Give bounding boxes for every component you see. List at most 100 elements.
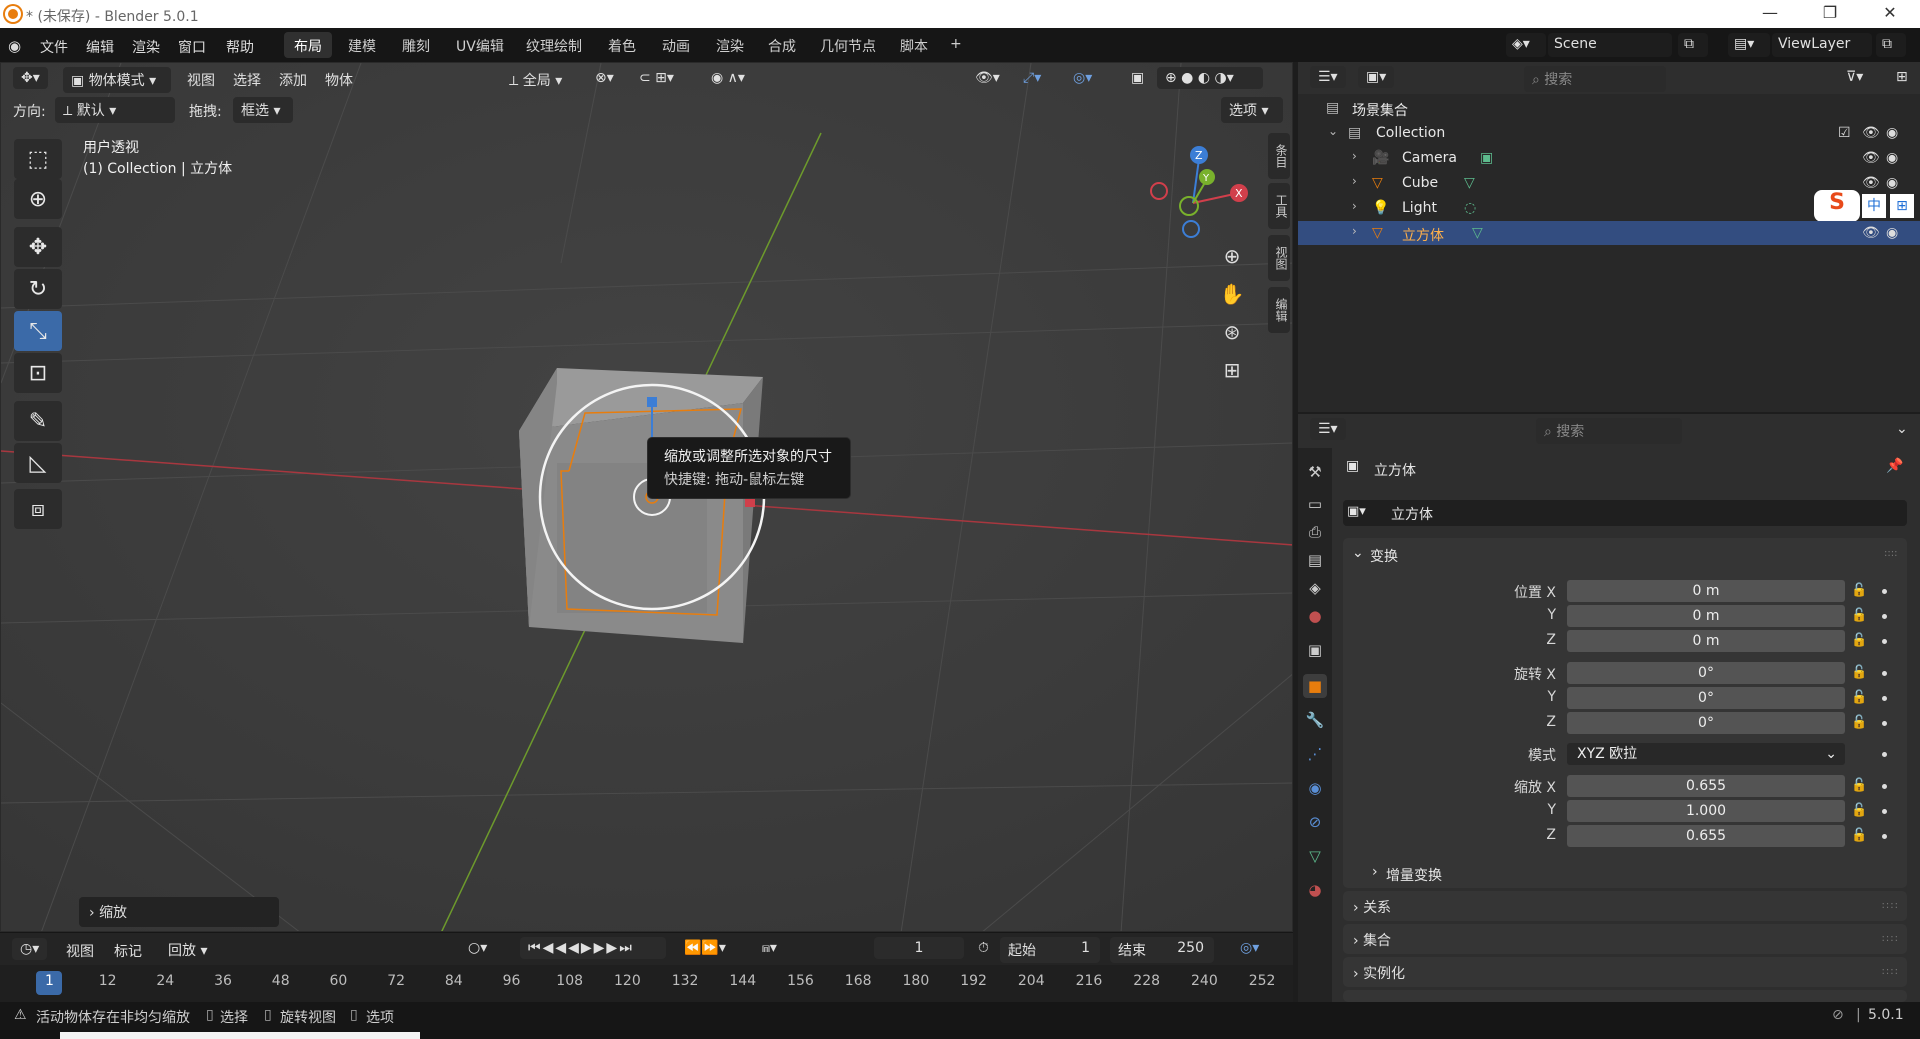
object-data-dropdown-icon[interactable]: ▣▾ — [1347, 504, 1366, 519]
zoom-icon[interactable]: ⊕ — [1215, 239, 1249, 273]
scale-tool-icon[interactable]: ⤡ — [14, 311, 62, 351]
menu-object[interactable]: 物体 — [325, 70, 353, 90]
menu-window[interactable]: 窗口 — [178, 37, 206, 57]
relations-panel[interactable]: › 关系:::: — [1343, 891, 1907, 921]
rotate-tool-icon[interactable]: ↻ — [14, 269, 62, 309]
keyframe-dot-icon[interactable] — [1882, 784, 1887, 789]
scene-name-field[interactable]: Scene — [1548, 33, 1672, 57]
tab-sculpting[interactable]: 雕刻 — [392, 32, 440, 58]
lock-icon[interactable]: 🔓 — [1851, 803, 1867, 818]
constraints-tab-icon[interactable]: ⊘ — [1303, 810, 1327, 834]
view-layer-tab-icon[interactable]: ▤ — [1303, 548, 1327, 572]
tab-geometry-nodes[interactable]: 几何节点 — [810, 32, 886, 58]
checkbox-icon[interactable]: ☑ — [1838, 125, 1854, 141]
tab-uv-editing[interactable]: UV编辑 — [446, 32, 514, 58]
move-tool-icon[interactable]: ✥ — [14, 227, 62, 267]
rotation-x-field[interactable]: 0° — [1567, 662, 1845, 684]
panel-grip-icon[interactable]: :::: — [1884, 548, 1897, 559]
eye-icon[interactable]: 👁 — [1862, 150, 1880, 166]
keying-icon[interactable]: ○▾ — [460, 937, 495, 959]
menu-view[interactable]: 视图 — [187, 70, 215, 90]
timeline-menu-marker[interactable]: 标记 — [114, 941, 142, 961]
chevron-right-icon[interactable]: › — [1352, 149, 1357, 163]
keyframe-dot-icon[interactable] — [1882, 639, 1887, 644]
navigation-gizmo[interactable]: Z X Y — [1141, 139, 1251, 249]
keyframe-dot-icon[interactable] — [1882, 696, 1887, 701]
render-tab-icon[interactable]: ▭ — [1303, 492, 1327, 516]
mode-selector[interactable]: ▣ 物体模式 ▾ — [63, 67, 171, 93]
timeline-editor-type-icon[interactable]: ◷▾ — [12, 938, 48, 960]
chevron-right-icon[interactable]: › — [1372, 864, 1378, 880]
keyframe-dot-icon[interactable] — [1882, 671, 1887, 676]
close-button[interactable]: ✕ — [1870, 3, 1910, 22]
chevron-down-icon[interactable]: ⌄ — [1888, 418, 1916, 440]
ime-logo-icon[interactable]: S — [1814, 190, 1860, 222]
playback-dropdown[interactable]: 回放 ▾ — [160, 937, 218, 963]
keyframe-dot-icon[interactable] — [1882, 589, 1887, 594]
rotation-z-field[interactable]: 0° — [1567, 712, 1845, 734]
outliner-item-cube-cn[interactable]: › ▽ 立方体 ▽ 👁 ◉ — [1298, 221, 1920, 245]
chevron-right-icon[interactable]: › — [1352, 199, 1357, 213]
menu-add[interactable]: 添加 — [279, 70, 307, 90]
filter-icon[interactable]: ⊽▾ — [1838, 66, 1871, 88]
last-operator-panel[interactable]: › 缩放 — [79, 897, 279, 927]
measure-tool-icon[interactable]: ◺ — [14, 443, 62, 483]
pan-hand-icon[interactable]: ✋ — [1215, 277, 1249, 311]
physics-tab-icon[interactable]: ◉ — [1303, 776, 1327, 800]
render-camera-icon[interactable]: ◉ — [1886, 125, 1902, 141]
view-layer-selector-icon[interactable]: ▤▾ — [1728, 33, 1770, 57]
playback-controls[interactable]: ⏮◀◀◀▶▶▶⏭ — [520, 937, 666, 959]
menu-help[interactable]: 帮助 — [226, 37, 254, 57]
transform-panel-title[interactable]: 变换 — [1370, 546, 1398, 566]
blender-menu-icon[interactable]: ◉ — [8, 37, 21, 55]
xray-toggle-icon[interactable]: ▣ — [1123, 67, 1152, 89]
add-workspace-icon[interactable]: + — [940, 32, 972, 58]
options-dropdown[interactable]: 选项 ▾ — [1221, 97, 1283, 123]
object-tab-icon[interactable]: ■ — [1303, 674, 1327, 698]
taskbar-item[interactable] — [60, 1032, 420, 1039]
render-camera-icon[interactable]: ◉ — [1886, 225, 1902, 241]
menu-file[interactable]: 文件 — [40, 37, 68, 57]
eye-icon[interactable]: 👁 — [1862, 175, 1880, 191]
chevron-down-icon[interactable]: ⌄ — [1352, 545, 1364, 561]
sidebar-tab-view[interactable]: 视图 — [1268, 235, 1290, 281]
sidebar-tab-item[interactable]: 条目 — [1268, 133, 1290, 179]
render-camera-icon[interactable]: ◉ — [1886, 175, 1902, 191]
keyframe-dot-icon[interactable] — [1882, 834, 1887, 839]
lock-icon[interactable]: 🔓 — [1851, 828, 1867, 843]
annotate-tool-icon[interactable]: ✎ — [14, 401, 62, 441]
material-tab-icon[interactable]: ◕ — [1303, 878, 1327, 902]
current-frame-field[interactable]: 1 — [874, 937, 964, 959]
collection-row[interactable]: ⌄ ▤ Collection ☑ 👁 ◉ — [1298, 121, 1920, 145]
location-x-field[interactable]: 0 m — [1567, 580, 1845, 602]
modifier-tab-icon[interactable]: 🔧 — [1303, 708, 1327, 732]
maximize-button[interactable]: ❐ — [1810, 3, 1850, 22]
scene-collection-row[interactable]: ▤ 场景集合 — [1298, 96, 1920, 120]
overlay-toggle-icon[interactable]: ◎▾ — [1065, 67, 1100, 89]
output-tab-icon[interactable]: ⎙ — [1303, 520, 1327, 544]
menu-select[interactable]: 选择 — [233, 70, 261, 90]
new-view-layer-icon[interactable]: ⧉ — [1876, 33, 1906, 57]
lock-icon[interactable]: 🔓 — [1851, 665, 1867, 680]
collection-tab-icon[interactable]: ▣ — [1303, 638, 1327, 662]
display-mode-icon[interactable]: ▣▾ — [1358, 66, 1395, 88]
editor-type-icon[interactable]: ✥▾ — [13, 67, 48, 89]
stopwatch-icon[interactable]: ⏱ — [970, 937, 997, 959]
keyframe-dot-icon[interactable] — [1882, 614, 1887, 619]
tab-rendering[interactable]: 渲染 — [706, 32, 754, 58]
keyframe-dot-icon[interactable] — [1882, 721, 1887, 726]
keyframe-jump-icons[interactable]: ⏪⏩▾ — [676, 937, 734, 959]
network-off-icon[interactable]: ⊘ — [1832, 1007, 1844, 1023]
properties-editor-type-icon[interactable]: ☰▾ — [1310, 418, 1346, 440]
eye-icon[interactable]: 👁 — [1862, 125, 1880, 141]
properties-search-input[interactable]: ⌕ 搜索 — [1536, 418, 1682, 444]
menu-render[interactable]: 渲染 — [132, 37, 160, 57]
tab-shading[interactable]: 着色 — [598, 32, 646, 58]
location-z-field[interactable]: 0 m — [1567, 630, 1845, 652]
ime-keyboard-icon[interactable]: ⊞ — [1890, 194, 1914, 218]
object-name-field[interactable]: ▣▾ 立方体 — [1343, 500, 1907, 526]
transform-tool-icon[interactable]: ⊡ — [14, 353, 62, 393]
outliner-item-camera[interactable]: › 🎥 Camera ▣ 👁 ◉ — [1298, 146, 1920, 170]
rotation-mode-dropdown[interactable]: XYZ 欧拉 ⌄ — [1567, 743, 1845, 765]
lock-icon[interactable]: 🔓 — [1851, 633, 1867, 648]
